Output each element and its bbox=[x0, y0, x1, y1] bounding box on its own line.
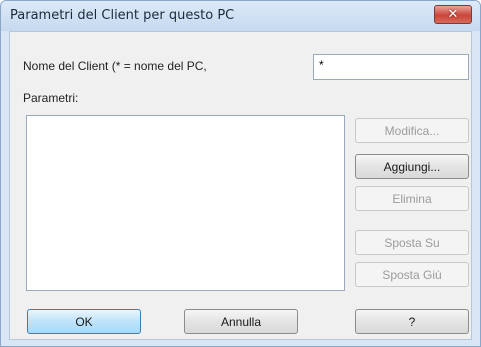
modify-button[interactable]: Modifica... bbox=[355, 118, 469, 143]
client-name-label: Nome del Client (* = nome del PC, bbox=[23, 59, 207, 73]
dialog-body: Nome del Client (* = nome del PC, * Para… bbox=[9, 31, 472, 340]
dialog-window: Parametri del Client per questo PC ✕ Nom… bbox=[0, 0, 481, 347]
move-up-button[interactable]: Sposta Su bbox=[355, 230, 469, 255]
delete-button[interactable]: Elimina bbox=[355, 186, 469, 211]
params-label: Parametri: bbox=[23, 91, 79, 105]
move-down-button[interactable]: Sposta Giù bbox=[355, 262, 469, 287]
ok-button[interactable]: OK bbox=[27, 309, 141, 334]
window-title: Parametri del Client per questo PC bbox=[10, 8, 235, 23]
add-button[interactable]: Aggiungi... bbox=[355, 154, 469, 179]
close-button[interactable]: ✕ bbox=[434, 5, 472, 24]
cancel-button[interactable]: Annulla bbox=[184, 309, 298, 334]
client-name-input[interactable]: * bbox=[313, 54, 469, 80]
title-bar: Parametri del Client per questo PC ✕ bbox=[1, 1, 480, 31]
help-button[interactable]: ? bbox=[355, 309, 469, 334]
params-listbox[interactable] bbox=[26, 115, 345, 291]
close-icon: ✕ bbox=[447, 7, 459, 22]
